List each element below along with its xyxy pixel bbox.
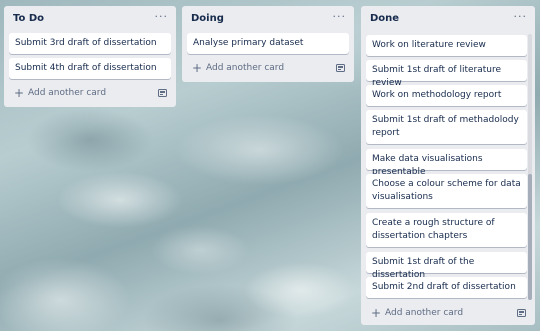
- add-card-label: Add another card: [28, 88, 107, 98]
- add-card-button[interactable]: + Add another card: [369, 305, 527, 323]
- card-template-icon[interactable]: [517, 308, 527, 318]
- card[interactable]: Analyse primary dataset: [187, 33, 349, 54]
- add-card-label: Add another card: [206, 63, 285, 73]
- list-header[interactable]: To Do ···: [4, 6, 176, 32]
- list-to-do: To Do ··· Submit 3rd draft of dissertati…: [4, 6, 176, 107]
- list-scrollbar[interactable]: [528, 34, 532, 300]
- list-header[interactable]: Done ···: [361, 6, 535, 32]
- add-card-label: Add another card: [385, 308, 464, 318]
- more-horizontal-icon[interactable]: ···: [514, 10, 528, 23]
- more-horizontal-icon[interactable]: ···: [155, 10, 169, 23]
- list-title[interactable]: To Do: [13, 13, 44, 24]
- board: To Do ··· Submit 3rd draft of dissertati…: [0, 0, 540, 331]
- card-template-icon[interactable]: [336, 63, 346, 73]
- list-title[interactable]: Doing: [191, 13, 224, 24]
- more-horizontal-icon[interactable]: ···: [333, 10, 347, 23]
- card[interactable]: Submit 1st draft of literature review: [366, 60, 527, 88]
- card[interactable]: Submit 3rd draft of dissertation: [9, 33, 171, 54]
- card[interactable]: Make data visualisations presentable: [366, 149, 527, 177]
- list-done: Done ··· Work on literature review Submi…: [361, 6, 535, 325]
- card[interactable]: Submit 1st draft of methadolody report: [366, 110, 527, 144]
- card[interactable]: Work on methodology report: [366, 85, 527, 106]
- card[interactable]: Create a rough structure of dissertation…: [366, 213, 527, 247]
- list-title[interactable]: Done: [370, 13, 399, 24]
- card[interactable]: Choose a colour scheme for data visualis…: [366, 174, 527, 208]
- plus-icon: +: [371, 306, 382, 320]
- card[interactable]: Submit 2nd draft of dissertation: [366, 277, 527, 298]
- list-doing: Doing ··· Analyse primary dataset + Add …: [182, 6, 354, 82]
- scrollbar-thumb[interactable]: [528, 174, 532, 300]
- card[interactable]: Work on literature review: [366, 35, 527, 56]
- add-card-button[interactable]: + Add another card: [190, 60, 346, 78]
- card[interactable]: Submit 4th draft of dissertation: [9, 58, 171, 79]
- plus-icon: +: [192, 61, 203, 75]
- add-card-button[interactable]: + Add another card: [12, 85, 168, 103]
- list-header[interactable]: Doing ···: [182, 6, 354, 32]
- card-template-icon[interactable]: [158, 88, 168, 98]
- card[interactable]: Submit 1st draft of the dissertation: [366, 252, 527, 280]
- plus-icon: +: [14, 86, 25, 100]
